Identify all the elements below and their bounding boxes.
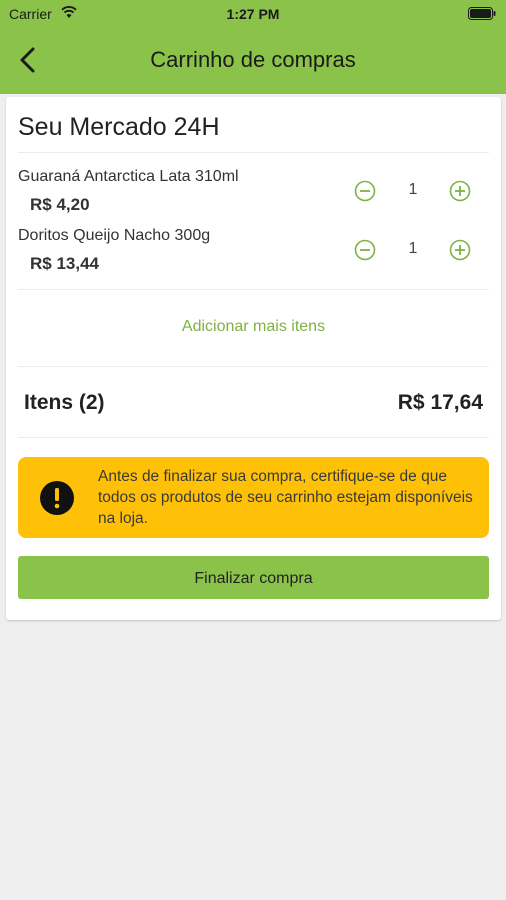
add-more-items-link[interactable]: Adicionar mais itens xyxy=(6,318,501,336)
plus-icon[interactable] xyxy=(449,239,471,261)
divider xyxy=(18,289,489,290)
warning-text: Antes de finalizar sua compra, certifiqu… xyxy=(98,468,473,527)
item-name: Guaraná Antarctica Lata 310ml xyxy=(18,168,239,185)
status-time: 1:27 PM xyxy=(226,6,280,22)
finish-purchase-button[interactable]: Finalizar compra xyxy=(18,556,489,599)
divider xyxy=(18,366,489,367)
quantity-value: 1 xyxy=(408,240,418,257)
plus-icon[interactable] xyxy=(449,180,471,202)
cart-card: Seu Mercado 24H Guaraná Antarctica Lata … xyxy=(6,97,501,620)
availability-warning: Antes de finalizar sua compra, certifiqu… xyxy=(18,457,489,538)
store-name: Seu Mercado 24H xyxy=(18,113,220,141)
alert-icon xyxy=(40,481,74,515)
item-price: R$ 13,44 xyxy=(30,254,99,273)
divider xyxy=(18,152,489,153)
page-title: Carrinho de compras xyxy=(150,47,356,72)
cart-total: R$ 17,64 xyxy=(397,391,483,414)
item-name: Doritos Queijo Nacho 300g xyxy=(18,227,211,244)
divider xyxy=(18,437,489,438)
minus-icon[interactable] xyxy=(354,239,376,261)
minus-icon[interactable] xyxy=(354,180,376,202)
item-price: R$ 4,20 xyxy=(30,195,90,214)
quantity-value: 1 xyxy=(408,181,418,198)
battery-icon xyxy=(468,7,496,20)
items-count-label: Itens (2) xyxy=(24,391,105,414)
status-bar: Carrier 1:27 PM xyxy=(0,0,506,28)
app-header: Carrier 1:27 PM Carrinho de compras xyxy=(0,0,506,94)
